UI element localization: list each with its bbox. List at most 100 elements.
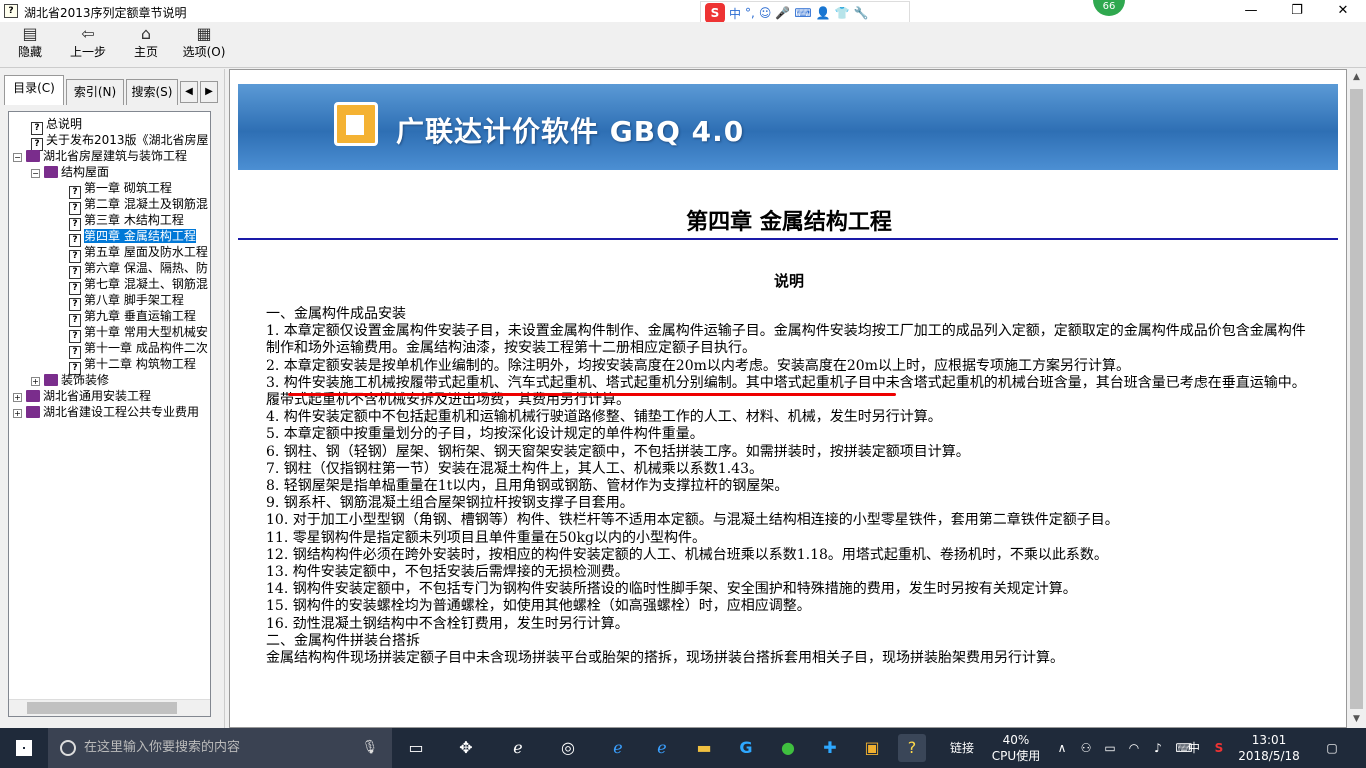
taskbar-search[interactable]: 在这里输入你要搜索的内容 🎙 (48, 728, 392, 768)
minimize-button[interactable]: — (1228, 0, 1274, 22)
tree-item-label: 第十二章 构筑物工程 (84, 357, 196, 371)
close-button[interactable]: ✕ (1320, 0, 1366, 22)
sogou-logo-icon[interactable]: S (705, 3, 725, 23)
tree-item[interactable]: + 装饰装修 (31, 372, 109, 388)
blue-app-icon[interactable]: ✚ (816, 734, 844, 762)
item-4: 4. 构件安装定额中不包括起重机和运输机械行驶道路修整、铺垫工作的人工、材料、机… (266, 409, 942, 426)
tree-item[interactable]: − 结构屋面 (31, 164, 109, 180)
tree-item[interactable]: ? 第一章 砌筑工程 (69, 180, 172, 199)
maximize-button[interactable]: ❐ (1274, 0, 1320, 22)
back-button[interactable]: ⇦ 上一步 (58, 24, 118, 66)
cpu-percent: 40% (1002, 733, 1030, 747)
item-13: 13. 构件安装定额中，不包括安装后需焊接的无损检测费。 (266, 564, 629, 581)
sogou-tray-icon[interactable]: S (1208, 728, 1230, 768)
input-language[interactable]: 中 (1184, 728, 1204, 768)
tree-item[interactable]: ? 第十二章 构筑物工程 (69, 356, 196, 375)
tree-item[interactable]: + 湖北省通用安装工程 (13, 388, 151, 404)
settings-wrench-icon[interactable]: 🔧 (854, 6, 869, 20)
tree-item-label: 第八章 脚手架工程 (84, 293, 184, 307)
home-button[interactable]: ⌂ 主页 (116, 24, 176, 66)
edge-browser-icon[interactable]: ℯ (604, 734, 632, 762)
glodon-app-icon[interactable]: G (732, 734, 760, 762)
scroll-up-icon[interactable]: ▲ (1347, 69, 1366, 86)
wifi-icon[interactable]: ◠ (1124, 728, 1144, 768)
help-app-icon[interactable]: ? (898, 734, 926, 762)
tree-item[interactable]: ? 第四章 金属结构工程 (69, 228, 196, 247)
tree-horizontal-scrollbar[interactable] (9, 699, 210, 716)
tab-index[interactable]: 索引(N) (66, 79, 124, 105)
emoji-icon[interactable]: ☺ (759, 6, 772, 20)
microphone-icon[interactable]: 🎙 (361, 728, 378, 768)
options-button[interactable]: ▦ 选项(O) (176, 24, 232, 66)
expand-icon[interactable]: + (13, 393, 22, 402)
ime-punct[interactable]: °, (745, 6, 755, 20)
window-title: 湖北省2013序列定额章节说明 (24, 6, 187, 20)
tree-item[interactable]: ? 第二章 混凝土及钢筋混 (69, 196, 208, 215)
tree-item[interactable]: ? 第七章 混凝土、钢筋混 (69, 276, 208, 295)
tree-item[interactable]: ? 第十一章 成品构件二次 (69, 340, 208, 359)
tree-item[interactable]: ? 总说明 (31, 116, 82, 135)
start-button[interactable] (0, 728, 48, 768)
volume-icon[interactable]: ♪ (1148, 728, 1168, 768)
user-icon[interactable]: 👤 (816, 6, 831, 20)
notes-app-icon[interactable]: ▣ (858, 734, 886, 762)
notification-icon[interactable]: ▢ (1320, 728, 1344, 768)
tree-item-label: 第三章 木结构工程 (84, 213, 184, 227)
tree-item-label: 关于发布2013版《湖北省房屋 (46, 133, 209, 147)
tree-item[interactable]: ? 第八章 脚手架工程 (69, 292, 184, 311)
tree-item-label: 第九章 垂直运输工程 (84, 309, 196, 323)
tab-search[interactable]: 搜索(S) (126, 79, 178, 105)
tree-item[interactable]: − 湖北省房屋建筑与装饰工程 (13, 148, 187, 164)
collapse-icon[interactable]: − (31, 169, 40, 178)
tree-item[interactable]: + 湖北省建设工程公共专业费用 (13, 404, 199, 420)
item-5: 5. 本章定额中按重量划分的子目，均按深化设计规定的单件构件重量。 (266, 426, 704, 443)
file-explorer-icon[interactable]: ▬ (690, 734, 718, 762)
ie-browser-icon[interactable]: ℯ (504, 734, 532, 762)
link-label[interactable]: 链接 (944, 728, 980, 768)
ime-mode[interactable]: 中 (729, 5, 741, 22)
tree-item[interactable]: ? 第五章 屋面及防水工程 (69, 244, 208, 263)
tree-item-label: 第十章 常用大型机械安 (84, 325, 208, 339)
options-label: 选项(O) (182, 45, 226, 59)
pane-splitter[interactable] (224, 69, 228, 728)
cpu-usage[interactable]: 40% CPU使用 (986, 728, 1046, 768)
tree-item[interactable]: ? 第三章 木结构工程 (69, 212, 184, 231)
app-swirl-icon[interactable]: ◎ (554, 734, 582, 762)
content-vertical-scrollbar[interactable]: ▲ ▼ (1347, 69, 1366, 728)
tab-scroll-right-icon[interactable]: ▶ (200, 81, 218, 103)
task-view-icon[interactable]: ▭ (402, 734, 430, 762)
content-pane: 广联达计价软件 GBQ 4.0 第四章 金属结构工程 说明 一、金属构件成品安装… (229, 69, 1347, 728)
expand-icon[interactable]: + (31, 377, 40, 386)
title-rule (238, 238, 1338, 240)
title-bar: ? 湖北省2013序列定额章节说明 S 中 °, ☺ 🎤 ⌨ 👤 👕 🔧 66 … (0, 0, 1366, 25)
keyboard-icon[interactable]: ⌨ (794, 6, 811, 20)
tree-item-label: 湖北省建设工程公共专业费用 (43, 405, 200, 419)
tree-item-label: 第二章 混凝土及钢筋混 (84, 197, 208, 211)
app-fan-icon[interactable]: ✥ (452, 734, 480, 762)
product-banner: 广联达计价软件 GBQ 4.0 (238, 84, 1338, 170)
score-badge[interactable]: 66 (1093, 0, 1125, 16)
ie-icon[interactable]: ℯ (648, 734, 676, 762)
tree-item[interactable]: ? 第六章 保温、隔热、防 (69, 260, 208, 279)
tab-contents[interactable]: 目录(C) (4, 75, 64, 105)
collapse-icon[interactable]: − (13, 153, 22, 162)
battery-icon[interactable]: ▭ (1100, 728, 1120, 768)
content-scroll-thumb[interactable] (1350, 89, 1363, 709)
tree-item[interactable]: ? 第九章 垂直运输工程 (69, 308, 196, 327)
show-hidden-icons-icon[interactable]: ∧ (1052, 728, 1072, 768)
voice-icon[interactable]: 🎤 (775, 6, 790, 20)
skin-icon[interactable]: 👕 (835, 6, 850, 20)
tree-item[interactable]: ? 关于发布2013版《湖北省房屋 (31, 132, 209, 151)
clock[interactable]: 13:01 2018/5/18 (1238, 728, 1300, 768)
tree-scroll-thumb[interactable] (27, 702, 177, 714)
scroll-down-icon[interactable]: ▼ (1347, 711, 1366, 728)
tab-scroll-left-icon[interactable]: ◀ (180, 81, 198, 103)
expand-icon[interactable]: + (13, 409, 22, 418)
green-app-icon[interactable]: ● (774, 734, 802, 762)
tree-item[interactable]: ? 第十章 常用大型机械安 (69, 324, 208, 343)
hide-button[interactable]: ▤ 隐藏 (0, 24, 60, 66)
item-9: 9. 钢系杆、钢筋混凝土组合屋架钢拉杆按钢支撑子目套用。 (266, 495, 634, 512)
people-icon[interactable]: ⚇ (1076, 728, 1096, 768)
tree-item-label: 第一章 砌筑工程 (84, 181, 172, 195)
home-icon: ⌂ (140, 24, 152, 43)
